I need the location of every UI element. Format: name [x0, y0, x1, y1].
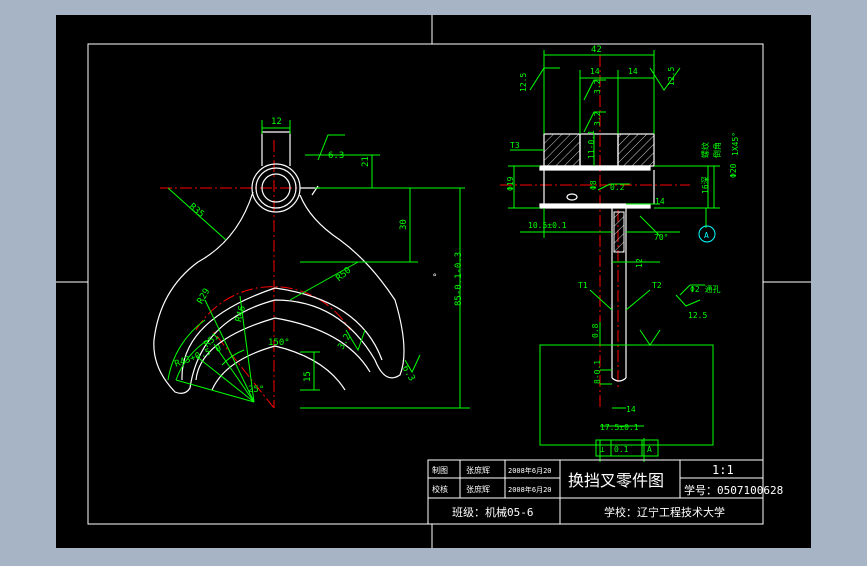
dim-phi20: Φ20 — [729, 163, 738, 178]
dim-0-2: 0.2 — [610, 183, 625, 192]
school-info: 学校：辽宁工程技术大学 — [604, 505, 725, 519]
dim-8: 8-0.1 — [593, 360, 602, 384]
dim-phi19: Φ19 — [506, 176, 515, 191]
dim-10-5: 10.5±0.1 — [528, 221, 567, 230]
dim-11: 11-0.1 — [587, 130, 596, 159]
marker-dot: ° — [432, 273, 437, 283]
dim-85: 85-0.1​-0.3 — [454, 252, 464, 306]
dim-12-5-left: 12.5 — [519, 73, 528, 92]
dim-21: 21 — [361, 156, 371, 167]
label-chamfer: 倒角 — [712, 142, 722, 158]
dim-150-deg: 150° — [268, 338, 290, 348]
dim-42: 42 — [591, 45, 602, 55]
dim-14-b: 14 — [628, 67, 638, 76]
roughness-top: 6.3 — [328, 151, 344, 161]
dim-25-deg: 25° — [248, 385, 264, 395]
class-info: 班级：机械05-6 — [452, 505, 534, 519]
roughness-3-2-b: 3.2 — [593, 111, 602, 126]
dim-phi2-hole: Φ2 通孔 — [690, 284, 720, 294]
roughness-0-8: 0.8 — [591, 323, 600, 338]
datum-a-label: A — [704, 231, 709, 240]
tolerance-symbol: ⊥ — [600, 445, 605, 454]
dim-70-deg: 70° — [654, 233, 668, 242]
cad-viewport: 12 6.3 21 30 R35 R50 85-0.1​-0.3 R29 R46… — [0, 0, 867, 562]
dim-30: 30 — [399, 219, 409, 230]
dim-t2: T2 — [652, 281, 662, 290]
row1-name: 张庶辉 — [466, 465, 490, 475]
dim-12: 12 — [635, 258, 644, 268]
dim-phi8: Φ8 — [589, 180, 598, 190]
dim-12-5-c: 12.5 — [688, 311, 707, 320]
label-thread: 螺纹 — [700, 142, 710, 158]
student-id: 学号：0507100628 — [684, 483, 783, 497]
row1-role: 制图 — [432, 465, 448, 475]
dim-16: 16深 — [701, 176, 710, 194]
dim-14-d: 14 — [626, 405, 636, 414]
dim-14-c: 14 — [655, 197, 665, 206]
drawing-scale: 1:1 — [712, 463, 734, 477]
dim-1x45: 1X45° — [731, 132, 740, 156]
dim-15: 15 — [303, 371, 313, 382]
dim-width-12: 12 — [271, 117, 282, 127]
tolerance-value: 0.1 — [614, 445, 629, 454]
row2-date: 2008年6月20 — [508, 485, 552, 494]
dim-t1: T1 — [578, 281, 588, 290]
fork-hatch — [613, 211, 625, 253]
dim-14-a: 14 — [590, 67, 600, 76]
row2-role: 校核 — [432, 484, 448, 494]
row1-date: 2008年6月20 — [508, 466, 552, 475]
drawing-canvas: 12 6.3 21 30 R35 R50 85-0.1​-0.3 R29 R46… — [56, 15, 811, 548]
dim-12-5-right: 12.5 — [667, 67, 676, 86]
roughness-3-2-a: 3.2 — [593, 79, 602, 94]
dim-t3: T3 — [510, 141, 520, 150]
tolerance-datum: A — [647, 445, 652, 454]
drawing-title: 换挡叉零件图 — [568, 471, 664, 490]
row2-name: 张庶辉 — [466, 484, 490, 494]
dim-17-5: 17.5±0.1 — [600, 423, 639, 432]
